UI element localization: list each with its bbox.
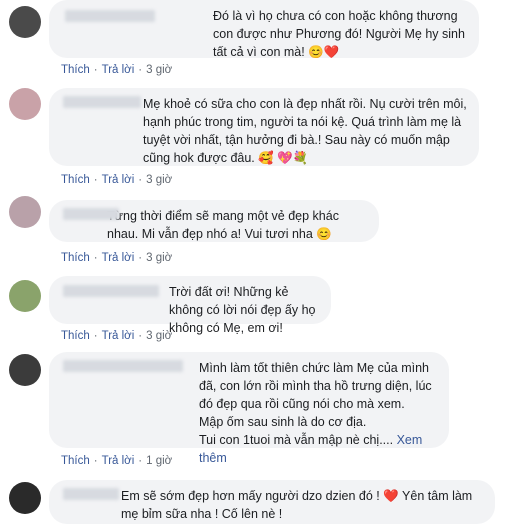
comment-bubble: Đó là vì họ chưa có con hoặc không thươn… (49, 0, 479, 59)
reply-link[interactable]: Trả lời (102, 455, 135, 467)
avatar[interactable] (9, 354, 41, 386)
reply-link[interactable]: Trả lời (102, 174, 135, 186)
reply-link[interactable]: Trả lời (102, 252, 135, 264)
comment-time: 1 giờ (146, 455, 173, 467)
name-redacted (63, 360, 183, 372)
comment-time: 3 giờ (146, 64, 173, 76)
comment-actions: Thích · Trả lời · 3 giờ (61, 330, 173, 342)
name-redacted (63, 96, 141, 108)
comment-actions: Thích · Trả lời · 1 giờ (61, 455, 173, 467)
comment-bubble: Mình làm tốt thiên chức làm Mẹ của mình … (49, 352, 449, 465)
name-redacted (63, 285, 159, 297)
comment-time: 3 giờ (146, 174, 173, 186)
reply-link[interactable]: Trả lời (102, 330, 135, 342)
like-link[interactable]: Thích (61, 252, 90, 264)
comment-bubble: Em sẽ sớm đẹp hơn mấy người dzo dzien đó… (49, 480, 495, 524)
name-redacted (65, 10, 155, 22)
avatar[interactable] (9, 482, 41, 514)
comment-bubble: Mẹ khoẻ có sữa cho con là đẹp nhất rồi. … (49, 88, 479, 166)
comment-text: Mình làm tốt thiên chức làm Mẹ của mình … (61, 359, 437, 467)
avatar[interactable] (9, 88, 41, 120)
like-link[interactable]: Thích (61, 330, 90, 342)
comment-bubble: Từng thời điểm sẽ mang một vẻ đẹp khác n… (49, 200, 379, 242)
comment-actions: Thích · Trả lời · 3 giờ (61, 64, 173, 76)
avatar[interactable] (9, 280, 41, 312)
avatar[interactable] (9, 6, 41, 38)
name-redacted (63, 208, 119, 220)
like-link[interactable]: Thích (61, 64, 90, 76)
like-link[interactable]: Thích (61, 174, 90, 186)
reply-link[interactable]: Trả lời (102, 64, 135, 76)
like-link[interactable]: Thích (61, 455, 90, 467)
comment-actions: Thích · Trả lời · 3 giờ (61, 174, 173, 186)
name-redacted (63, 488, 119, 500)
comment-bubble: Trời đất ơi! Những kẻ không có lời nói đ… (49, 276, 331, 335)
comment-time: 3 giờ (146, 330, 173, 342)
comment-text: Em sẽ sớm đẹp hơn mấy người dzo dzien đó… (121, 489, 476, 521)
avatar[interactable] (9, 196, 41, 228)
comment-time: 3 giờ (146, 252, 173, 264)
comment-actions: Thích · Trả lời · 3 giờ (61, 252, 173, 264)
